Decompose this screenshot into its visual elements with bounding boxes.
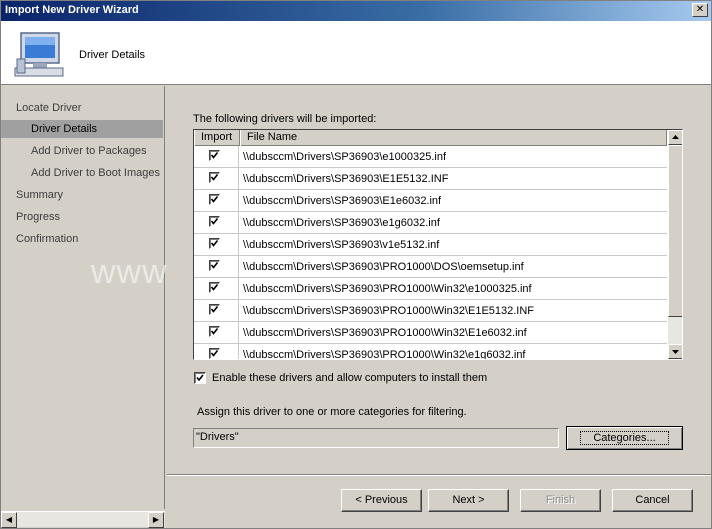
import-cell [194, 322, 239, 344]
file-name-cell: \\dubsccm\Drivers\SP36903\PRO1000\DOS\oe… [243, 261, 524, 273]
file-name-cell: \\dubsccm\Drivers\SP36903\e1g6032.inf [243, 217, 440, 229]
step-add-driver-to-boot-images[interactable]: Add Driver to Boot Images [1, 164, 163, 182]
import-checkbox[interactable] [209, 150, 220, 161]
import-cell [194, 146, 239, 168]
scroll-left-button[interactable]: ◀ [1, 512, 17, 528]
file-name-cell: \\dubsccm\Drivers\SP36903\v1e5132.inf [243, 239, 440, 251]
scroll-up-button[interactable] [668, 130, 682, 145]
table-row[interactable]: \\dubsccm\Drivers\SP36903\PRO1000\DOS\oe… [194, 256, 667, 278]
computer-icon [14, 32, 64, 77]
import-checkbox[interactable] [209, 194, 220, 205]
file-name-cell: \\dubsccm\Drivers\SP36903\PRO1000\Win32\… [243, 327, 527, 339]
column-import[interactable]: Import [194, 130, 240, 146]
table-row[interactable]: \\dubsccm\Drivers\SP36903\e1g6032.inf [194, 212, 667, 234]
finish-button: Finish [520, 489, 601, 512]
import-checkbox[interactable] [209, 304, 220, 315]
file-name-cell: \\dubsccm\Drivers\SP36903\e1000325.inf [243, 151, 447, 163]
table-row[interactable]: \\dubsccm\Drivers\SP36903\E1e6032.inf [194, 190, 667, 212]
drivers-intro-label: The following drivers will be imported: [193, 113, 377, 125]
arrow-up-icon [672, 135, 679, 139]
file-name-cell: \\dubsccm\Drivers\SP36903\PRO1000\Win32\… [243, 305, 535, 317]
enable-drivers-checkbox[interactable] [194, 372, 206, 384]
file-name-cell: \\dubsccm\Drivers\SP36903\PRO1000\Win32\… [243, 283, 532, 295]
checkmark-icon [196, 374, 204, 382]
cancel-button[interactable]: Cancel [612, 489, 693, 512]
import-cell [194, 190, 239, 212]
table-row[interactable]: \\dubsccm\Drivers\SP36903\E1E5132.INF [194, 168, 667, 190]
wizard-window: Import New Driver Wizard ✕ Driver Detail… [0, 0, 712, 529]
checkmark-icon [210, 152, 219, 159]
step-confirmation[interactable]: Confirmation [1, 230, 163, 248]
table-row[interactable]: \\dubsccm\Drivers\SP36903\PRO1000\Win32\… [194, 278, 667, 300]
scroll-right-button[interactable]: ▶ [148, 512, 164, 528]
import-cell [194, 344, 239, 359]
file-name-cell: \\dubsccm\Drivers\SP36903\E1e6032.inf [243, 195, 442, 207]
import-cell [194, 300, 239, 322]
checkmark-icon [210, 196, 219, 203]
close-button[interactable]: ✕ [692, 3, 708, 17]
step-driver-details[interactable]: Driver Details [1, 120, 163, 138]
scroll-down-button[interactable] [668, 344, 682, 359]
table-row[interactable]: \\dubsccm\Drivers\SP36903\e1000325.inf [194, 146, 667, 168]
import-checkbox[interactable] [209, 282, 220, 293]
step-progress[interactable]: Progress [1, 208, 163, 226]
table-header: Import File Name [194, 130, 667, 146]
checkmark-icon [210, 218, 219, 225]
wizard-steps-sidebar: Locate Driver Driver Details Add Driver … [1, 86, 165, 509]
next-button[interactable]: Next > [428, 489, 509, 512]
footer-separator [167, 474, 711, 476]
main-panel: The following drivers will be imported: … [167, 86, 711, 528]
close-icon: ✕ [695, 4, 705, 15]
import-cell [194, 212, 239, 234]
checkmark-icon [210, 328, 219, 335]
checkmark-icon [210, 262, 219, 269]
table-vscrollbar[interactable] [668, 130, 682, 359]
drivers-table[interactable]: Import File Name \\dubsccm\Drivers\SP369… [193, 129, 683, 360]
import-checkbox[interactable] [209, 260, 220, 271]
arrow-down-icon [672, 350, 679, 354]
table-row[interactable]: \\dubsccm\Drivers\SP36903\PRO1000\Win32\… [194, 344, 667, 360]
import-cell [194, 256, 239, 278]
enable-drivers-label: Enable these drivers and allow computers… [212, 372, 488, 384]
import-cell [194, 278, 239, 300]
step-locate-driver[interactable]: Locate Driver [1, 99, 163, 117]
checkmark-icon [210, 240, 219, 247]
assign-categories-label: Assign this driver to one or more catego… [197, 406, 467, 418]
title-bar: Import New Driver Wizard ✕ [1, 1, 711, 21]
checkmark-icon [210, 350, 219, 357]
step-add-driver-to-packages[interactable]: Add Driver to Packages [1, 142, 163, 160]
table-row[interactable]: \\dubsccm\Drivers\SP36903\v1e5132.inf [194, 234, 667, 256]
import-checkbox[interactable] [209, 172, 220, 183]
categories-button[interactable]: Categories... [566, 426, 683, 450]
previous-button[interactable]: < Previous [341, 489, 422, 512]
import-cell [194, 234, 239, 256]
scroll-thumb[interactable] [668, 145, 682, 317]
file-name-cell: \\dubsccm\Drivers\SP36903\PRO1000\Win32\… [243, 349, 526, 360]
wizard-header: Driver Details [1, 21, 711, 85]
categories-field: "Drivers" [193, 428, 559, 448]
arrow-left-icon: ◀ [5, 515, 13, 524]
import-checkbox[interactable] [209, 348, 220, 359]
import-checkbox[interactable] [209, 216, 220, 227]
table-row[interactable]: \\dubsccm\Drivers\SP36903\PRO1000\Win32\… [194, 322, 667, 344]
checkmark-icon [210, 306, 219, 313]
window-title: Import New Driver Wizard [5, 4, 139, 16]
categories-button-label: Categories... [580, 431, 669, 445]
import-cell [194, 168, 239, 190]
import-checkbox[interactable] [209, 238, 220, 249]
file-name-cell: \\dubsccm\Drivers\SP36903\E1E5132.INF [243, 173, 449, 185]
table-row[interactable]: \\dubsccm\Drivers\SP36903\PRO1000\Win32\… [194, 300, 667, 322]
import-checkbox[interactable] [209, 326, 220, 337]
arrow-right-icon: ▶ [152, 515, 160, 524]
step-summary[interactable]: Summary [1, 186, 163, 204]
checkmark-icon [210, 174, 219, 181]
sidebar-hscrollbar[interactable]: ◀ ▶ [1, 511, 165, 528]
checkmark-icon [210, 284, 219, 291]
column-file-name[interactable]: File Name [240, 130, 667, 146]
page-heading: Driver Details [79, 49, 146, 61]
